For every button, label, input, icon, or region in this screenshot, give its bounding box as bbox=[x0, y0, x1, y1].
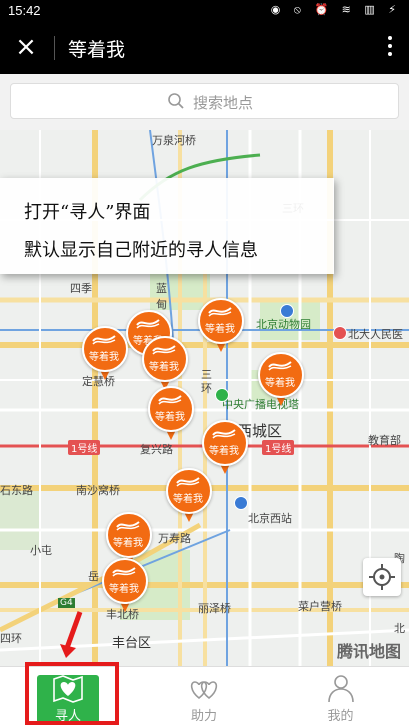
current-location-icon bbox=[215, 388, 229, 402]
search-icon bbox=[168, 93, 184, 109]
pin-label: 等着我 bbox=[155, 412, 185, 423]
flag-icon bbox=[176, 477, 200, 487]
flag-icon bbox=[112, 567, 136, 577]
flag-icon bbox=[116, 521, 140, 531]
status-icons: ◉ ⦸ ⏰ ≋ ▥ ⚡ bbox=[270, 3, 401, 16]
subway-station-icon bbox=[234, 496, 248, 510]
map-label: G4 bbox=[58, 598, 75, 608]
map-label: 蓝 bbox=[156, 282, 167, 295]
map-label: 1号线 bbox=[68, 440, 101, 455]
map-view[interactable]: 万泉河桥 三环 四季 蓝 甸 北京动物园 北大人民医 定慧桥 三 环 中央广播电… bbox=[0, 130, 409, 666]
missing-person-pin[interactable]: 等着我 bbox=[166, 468, 212, 524]
tutorial-overlay: 打开“寻人”界面 默认显示自己附近的寻人信息 bbox=[0, 178, 334, 274]
missing-person-pin[interactable]: 等着我 bbox=[258, 352, 304, 408]
map-label: 教育部 bbox=[368, 434, 401, 447]
tab-label: 我的 bbox=[327, 709, 354, 724]
map-label: 丰台区 bbox=[112, 636, 152, 651]
map-label: 丽泽桥 bbox=[198, 602, 231, 615]
flag-icon bbox=[136, 319, 160, 329]
flag-icon bbox=[158, 395, 182, 405]
flag-icon bbox=[268, 361, 292, 371]
tab-label: 助力 bbox=[190, 709, 217, 724]
flag-icon bbox=[152, 345, 176, 355]
flag-icon bbox=[208, 307, 232, 317]
pin-label: 等着我 bbox=[149, 362, 179, 373]
title-bar: × 等着我 bbox=[0, 22, 409, 74]
status-time: 15:42 bbox=[8, 3, 41, 18]
tab-profile[interactable]: 我的 bbox=[272, 667, 409, 725]
page-title: 等着我 bbox=[68, 39, 126, 61]
map-label: 岳 bbox=[88, 570, 99, 583]
status-bar: 15:42 ◉ ⦸ ⏰ ≋ ▥ ⚡ bbox=[0, 0, 409, 22]
tab-support[interactable]: 助力 bbox=[136, 667, 272, 725]
crosshair-icon bbox=[369, 564, 395, 590]
overlay-line2: 默认显示自己附近的寻人信息 bbox=[24, 240, 258, 261]
flag-icon bbox=[92, 335, 116, 345]
map-label: 1号线 bbox=[262, 440, 295, 455]
map-label: 北京西站 bbox=[248, 512, 292, 525]
locate-me-button[interactable] bbox=[363, 558, 401, 596]
pin-label: 等着我 bbox=[173, 494, 203, 505]
arrow-annotation-icon bbox=[60, 611, 83, 658]
search-input[interactable]: 搜索地点 bbox=[10, 83, 399, 119]
pin-label: 等着我 bbox=[113, 538, 143, 549]
more-icon[interactable] bbox=[385, 34, 395, 62]
pin-label: 等着我 bbox=[109, 584, 139, 595]
person-icon bbox=[327, 675, 354, 703]
map-label: 南沙窝桥 bbox=[76, 484, 120, 497]
pin-label: 等着我 bbox=[265, 378, 295, 389]
title-divider bbox=[54, 36, 55, 60]
missing-person-pin[interactable]: 等着我 bbox=[148, 386, 194, 442]
map-label: 环 bbox=[201, 382, 212, 395]
map-label: 小屯 bbox=[30, 544, 52, 557]
overlay-line1: 打开“寻人”界面 bbox=[24, 202, 151, 223]
two-hearts-icon bbox=[190, 681, 218, 700]
map-watermark: 腾讯地图 bbox=[336, 642, 401, 661]
map-label: 北大人民医 bbox=[348, 328, 403, 341]
flag-icon bbox=[212, 429, 236, 439]
pin-label: 等着我 bbox=[89, 352, 119, 363]
map-label: 北京动物园 bbox=[256, 318, 311, 331]
pin-label: 等着我 bbox=[209, 446, 239, 457]
map-label: 北 bbox=[394, 622, 405, 635]
missing-person-pin[interactable]: 等着我 bbox=[198, 298, 244, 354]
map-label: 菜户营桥 bbox=[298, 600, 342, 613]
missing-person-pin[interactable]: 等着我 bbox=[82, 326, 128, 382]
search-placeholder: 搜索地点 bbox=[193, 94, 254, 112]
map-label: 石东路 bbox=[0, 484, 33, 497]
map-label: 四环 bbox=[0, 632, 22, 645]
subway-station-icon bbox=[280, 304, 294, 318]
map-label: 四季 bbox=[70, 282, 92, 295]
missing-person-pin[interactable]: 等着我 bbox=[142, 336, 188, 392]
highlight-box bbox=[25, 662, 119, 725]
hospital-icon bbox=[333, 326, 347, 340]
pin-label: 等着我 bbox=[205, 324, 235, 335]
search-bar: 搜索地点 bbox=[0, 74, 409, 130]
close-icon[interactable]: × bbox=[12, 32, 40, 62]
map-label: 万寿路 bbox=[158, 532, 191, 545]
map-label: 复兴路 bbox=[140, 443, 173, 456]
missing-person-pin[interactable]: 等着我 bbox=[102, 558, 148, 614]
map-label: 万泉河桥 bbox=[152, 134, 196, 147]
